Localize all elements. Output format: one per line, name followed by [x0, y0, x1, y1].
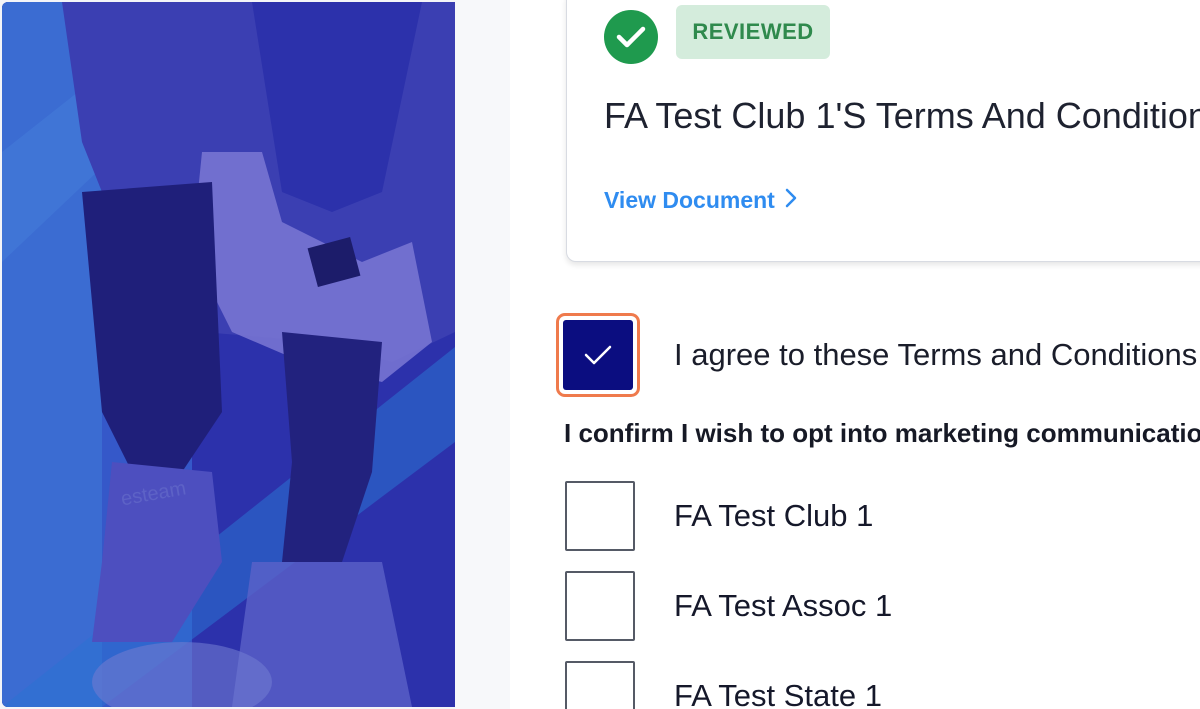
checkmark-icon [584, 345, 612, 365]
marketing-option-checkbox[interactable] [565, 481, 635, 551]
app-frame: esteam REVIEWED FA Test Club 1'S Terms A… [0, 0, 1200, 709]
agree-terms-checkbox[interactable] [563, 320, 633, 390]
chevron-right-icon [785, 187, 797, 214]
terms-agreement-row: I agree to these Terms and Conditions [556, 310, 1197, 400]
agree-terms-label: I agree to these Terms and Conditions [674, 337, 1198, 372]
view-document-label: View Document [604, 187, 775, 213]
status-badge: REVIEWED [676, 5, 830, 59]
marketing-option-row: FA Test Assoc 1 [565, 570, 892, 642]
document-card: REVIEWED FA Test Club 1'S Terms And Cond… [566, 0, 1200, 262]
view-document-link[interactable]: View Document [604, 187, 797, 214]
marketing-option-label: FA Test Assoc 1 [674, 588, 893, 623]
football-player-photo: esteam [2, 2, 455, 707]
document-title: FA Test Club 1'S Terms And Conditions [604, 95, 1200, 136]
page-gutter [455, 0, 510, 709]
marketing-opt-in-heading: I confirm I wish to opt into marketing c… [564, 418, 1200, 448]
marketing-option-checkbox[interactable] [565, 661, 635, 709]
marketing-option-row: FA Test State 1 [565, 660, 882, 709]
main-content: REVIEWED FA Test Club 1'S Terms And Cond… [510, 0, 1200, 709]
marketing-option-checkbox[interactable] [565, 571, 635, 641]
check-circle-icon [604, 10, 658, 64]
checkbox-focus-ring [556, 313, 640, 397]
marketing-option-label: FA Test State 1 [674, 678, 882, 709]
hero-image-panel: esteam [2, 2, 455, 707]
marketing-option-row: FA Test Club 1 [565, 480, 873, 552]
marketing-option-label: FA Test Club 1 [674, 498, 874, 533]
